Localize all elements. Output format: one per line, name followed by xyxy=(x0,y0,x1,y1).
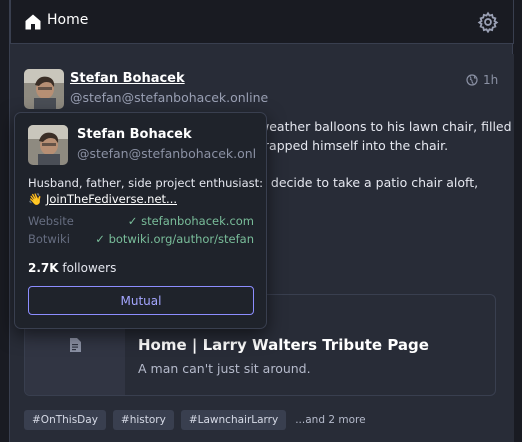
hashtag[interactable]: #OnThisDay xyxy=(24,410,106,430)
author-handle: @stefan@stefanbohacek.online xyxy=(70,90,269,105)
field-value[interactable]: ✓ stefanbohacek.com xyxy=(128,214,254,228)
avatar[interactable] xyxy=(28,125,68,165)
field-name: Botwiki xyxy=(28,232,70,246)
followers-label: followers xyxy=(62,261,117,275)
mutual-button[interactable]: Mutual xyxy=(28,286,254,315)
profile-handle: @stefan@stefanbohacek.onli... xyxy=(77,146,255,161)
document-icon xyxy=(70,338,81,352)
status-text-line: trapped himself into the chair. xyxy=(259,138,449,153)
field-value[interactable]: ✓ botwiki.org/author/stefan xyxy=(95,232,254,246)
avatar[interactable] xyxy=(24,69,64,109)
globe-icon xyxy=(466,74,478,86)
column-header: Home xyxy=(10,0,514,44)
profile-bio: Husband, father, side project enthusiast… xyxy=(28,176,264,190)
profile-name[interactable]: Stefan Bohacek xyxy=(77,127,192,142)
profile-hover-card: Stefan Bohacek @stefan@stefanbohacek.onl… xyxy=(14,112,267,329)
waving-hand-emoji: 👋 xyxy=(28,192,43,206)
avatar-image xyxy=(24,69,64,109)
field-link[interactable]: stefanbohacek.com xyxy=(141,214,254,228)
author-name[interactable]: Stefan Bohacek xyxy=(70,71,185,86)
more-hashtags[interactable]: ...and 2 more xyxy=(295,414,365,426)
column-title: Home xyxy=(47,12,89,28)
followers-number: 2.7K xyxy=(28,261,59,275)
profile-bio-line: 👋 JoinTheFediverse.net... xyxy=(28,192,177,206)
status-text-line: n decide to take a patio chair aloft, xyxy=(259,175,479,190)
settings-icon[interactable] xyxy=(477,11,499,33)
card-description: A man can't just sit around. xyxy=(138,361,311,376)
avatar-image xyxy=(28,125,68,165)
hashtag-bar: #OnThisDay #history #LawnchairLarry ...a… xyxy=(24,410,366,430)
status-time[interactable]: 1h xyxy=(466,73,498,87)
field-name: Website xyxy=(28,214,74,228)
card-title: Home | Larry Walters Tribute Page xyxy=(138,336,429,354)
home-icon xyxy=(25,14,41,30)
status-text-line: weather balloons to his lawn chair, fill… xyxy=(259,119,512,134)
checkmark-icon: ✓ xyxy=(95,232,105,246)
time-label: 1h xyxy=(483,73,499,87)
followers-count[interactable]: 2.7K followers xyxy=(28,261,116,275)
field-link[interactable]: botwiki.org/author/stefan xyxy=(109,232,254,246)
hashtag[interactable]: #history xyxy=(112,410,174,430)
hashtag[interactable]: #LawnchairLarry xyxy=(180,410,287,430)
bio-link[interactable]: JoinTheFediverse.net... xyxy=(46,192,177,206)
checkmark-icon: ✓ xyxy=(127,214,138,228)
